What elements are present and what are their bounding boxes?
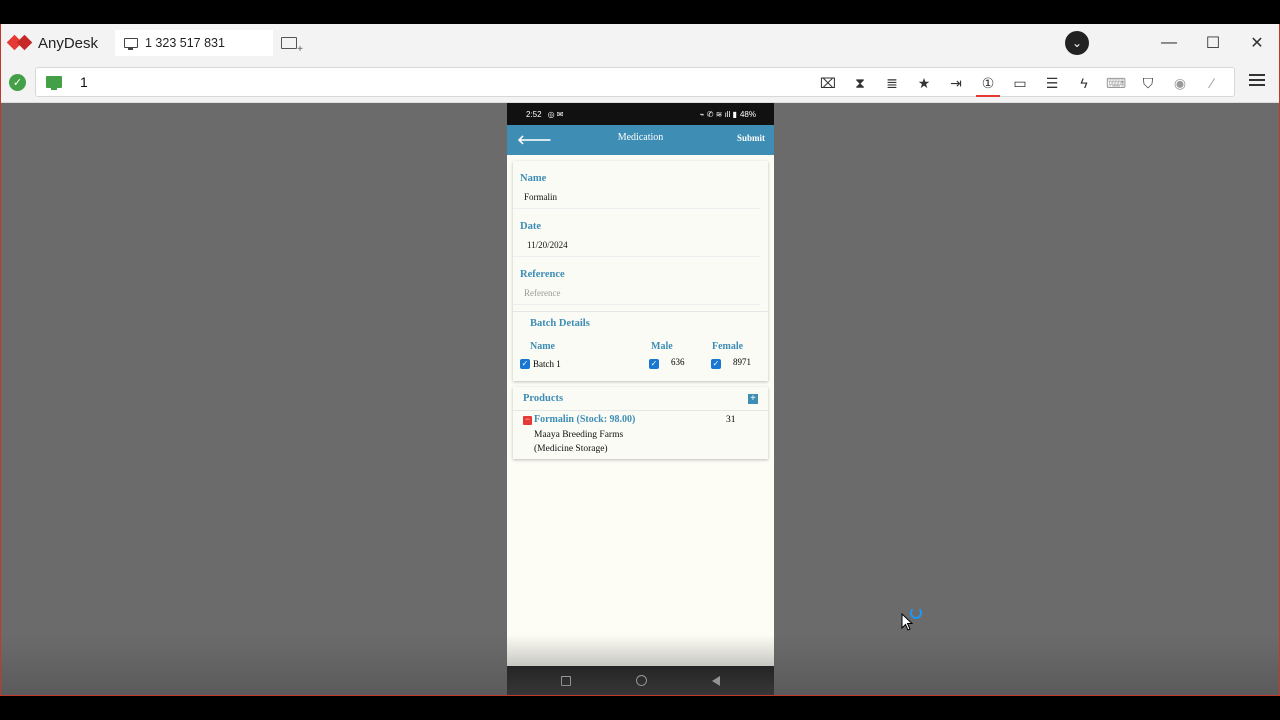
batch-col-female: Female [712,341,744,352]
shield-icon[interactable]: ⛉ [1132,68,1164,98]
submit-button[interactable]: Submit [737,133,765,143]
anydesk-window: AnyDesk 1 323 517 831 ⌄ — ☐ ✕ ✓ 1 ⌧ ⧗ [0,24,1280,696]
menu-icon[interactable] [1249,74,1265,86]
privacy-icon[interactable]: ⌧ [812,68,844,98]
anydesk-brand: AnyDesk [9,35,105,52]
keyboard-icon[interactable]: ⌨ [1100,68,1132,98]
address-bar: ✓ 1 ⌧ ⧗ ≣ ★ ⇥ ① ▭ ☰ ϟ ⌨ ⛉ ◉ ∕ [1,62,1279,103]
title-bar: AnyDesk 1 323 517 831 ⌄ — ☐ ✕ [1,24,1279,62]
date-label: Date [520,221,541,232]
recents-icon[interactable] [561,675,571,686]
battery-level: 48% [739,109,756,119]
page-title: Medication [617,132,664,143]
batch-col-name: Name [530,341,555,352]
status-icons: ⌁ ✆ ≋ ıll ▮ [699,109,737,119]
maximize-button[interactable]: ☐ [1191,33,1235,53]
add-product-icon[interactable]: + [748,393,758,404]
monitor-icon [124,38,138,50]
remove-product-icon[interactable]: − [523,415,532,425]
product-item: − Formalin (Stock: 98.00) Maaya Breeding… [513,411,768,459]
new-session-icon[interactable] [281,37,303,55]
batch-col-male: Male [651,341,673,352]
database-icon[interactable]: ≣ [876,68,908,98]
pen-icon[interactable]: ∕ [1196,68,1228,98]
connected-check-icon: ✓ [9,73,26,91]
date-field[interactable]: 11/20/2024 [513,233,760,257]
back-triangle-icon[interactable] [712,675,720,686]
name-field[interactable]: Formalin [513,185,760,209]
batch-details-title: Batch Details [513,311,768,335]
session-tab-label: 1 323 517 831 [145,36,225,50]
name-label: Name [520,173,547,184]
batch-spacer [513,375,768,381]
batch-name: Batch 1 [533,359,561,369]
star-icon[interactable]: ★ [908,68,940,98]
screen: AnyDesk 1 323 517 831 ⌄ — ☐ ✕ ✓ 1 ⌧ ⧗ [0,0,1280,720]
home-icon[interactable] [636,675,647,686]
product-name[interactable]: Formalin (Stock: 98.00) [534,414,635,425]
address-value: 1 [80,74,88,90]
reference-label: Reference [520,269,565,280]
address-field[interactable]: 1 ⌧ ⧗ ≣ ★ ⇥ ① ▭ ☰ ϟ ⌨ ⛉ ◉ ∕ [35,67,1235,97]
remote-screen-icon [46,76,62,90]
products-title: Products [523,393,564,404]
display-icon[interactable]: ▭ [1004,68,1036,98]
chevron-down-icon[interactable]: ⌄ [1065,31,1089,55]
session-tab[interactable]: 1 323 517 831 [115,30,273,56]
remote-phone-screen[interactable]: 2:52 ◎ ✉ ⌁ ✆ ≋ ıll ▮ 48% 🡐 Medication Su… [507,103,774,695]
window-controls: ⌄ — ☐ ✕ [1065,24,1279,62]
notification-icons: ◎ ✉ [547,109,564,119]
batch-checkbox[interactable]: ✓ [520,359,530,369]
monitor-one-icon[interactable]: ① [972,68,1004,98]
hourglass-icon[interactable]: ⧗ [844,68,876,98]
chat-icon[interactable]: ☰ [1036,68,1068,98]
phone-status-bar: 2:52 ◎ ✉ ⌁ ✆ ≋ ıll ▮ 48% [507,103,774,125]
male-checkbox[interactable]: ✓ [649,359,659,369]
products-card: Products + − Formalin (Stock: 98.00) Maa… [513,387,768,459]
product-quantity[interactable]: 31 [726,415,736,425]
batch-header-row: Name Male Female [513,335,768,353]
anydesk-logo-icon [9,35,31,51]
product-location: Maaya Breeding Farms (Medicine Storage) [534,430,624,454]
products-header: Products + [513,387,768,411]
app-header: 🡐 Medication Submit [507,125,774,155]
male-count[interactable]: 636 [671,357,711,367]
android-nav-bar [507,666,774,695]
loading-spinner-icon [910,607,922,619]
batch-row: ✓ Batch 1 ✓ 636 ✓ 8971 [513,353,768,375]
reference-field[interactable]: Reference [513,281,760,305]
female-checkbox[interactable]: ✓ [711,359,721,369]
actions-lightning-icon[interactable]: ϟ [1068,68,1100,98]
record-icon[interactable]: ◉ [1164,68,1196,98]
medication-form-card: Name Formalin Date 11/20/2024 Reference … [513,161,768,381]
app-name: AnyDesk [38,34,99,52]
toolbar: ⌧ ⧗ ≣ ★ ⇥ ① ▭ ☰ ϟ ⌨ ⛉ ◉ ∕ [812,68,1228,98]
minimize-button[interactable]: — [1147,34,1191,52]
female-count[interactable]: 8971 [733,357,751,367]
close-button[interactable]: ✕ [1235,33,1279,53]
file-transfer-icon[interactable]: ⇥ [940,68,972,98]
status-time: 2:52 [526,109,542,119]
